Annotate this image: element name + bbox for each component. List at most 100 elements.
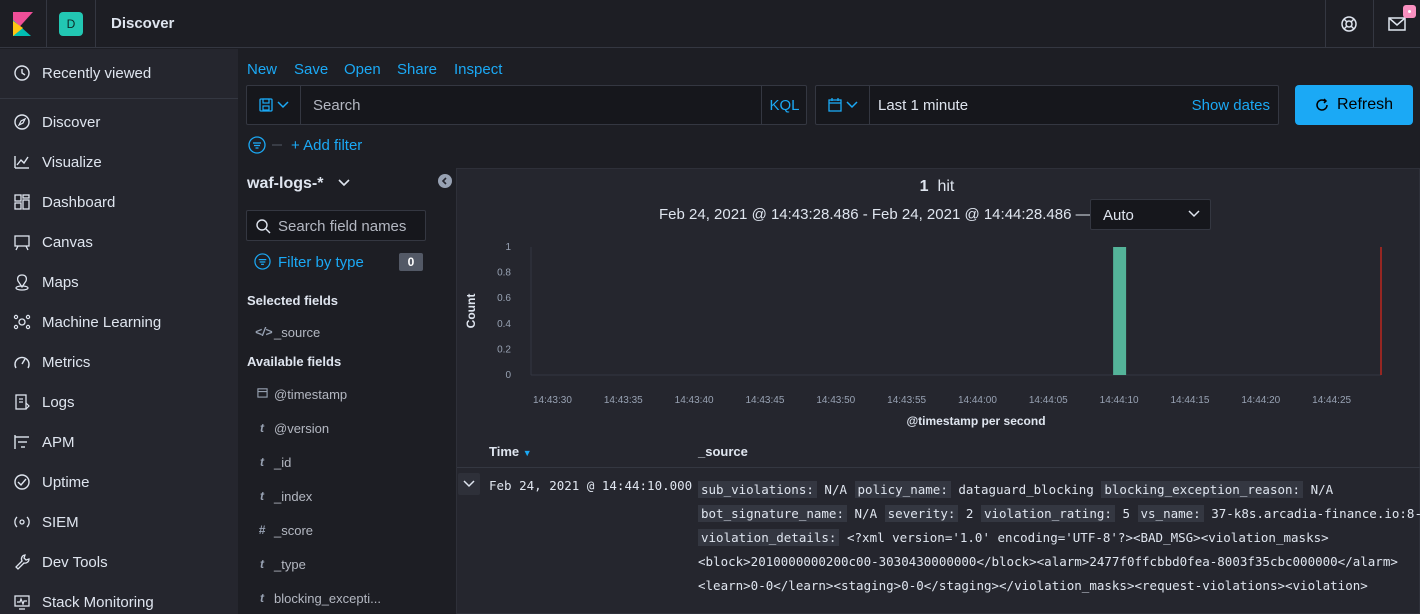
- field-item[interactable]: t blocking_excepti...: [247, 587, 437, 609]
- menu-save[interactable]: Save: [294, 61, 328, 78]
- y-axis-label: Count: [464, 294, 478, 329]
- query-language-button[interactable]: KQL: [761, 86, 807, 124]
- y-tick-label: 0: [505, 370, 511, 381]
- refresh-button[interactable]: Refresh: [1295, 85, 1413, 125]
- add-filter-button[interactable]: + Add filter: [291, 137, 362, 154]
- show-dates-link[interactable]: Show dates: [1192, 97, 1270, 114]
- collapse-sidebar-button[interactable]: [438, 174, 452, 188]
- refresh-icon: [1316, 98, 1328, 111]
- hit-count-value: 1: [919, 178, 929, 195]
- sidebar-item-label: Logs: [42, 393, 75, 411]
- apm-icon: [14, 435, 29, 449]
- sidebar-item-apm[interactable]: APM: [0, 422, 238, 462]
- chevron-down-icon[interactable]: [337, 178, 351, 188]
- string-type-icon: t: [260, 489, 264, 503]
- chevron-down-icon: [1188, 210, 1200, 218]
- table-header-divider: [457, 467, 1420, 468]
- menu-new[interactable]: New: [247, 61, 277, 78]
- sidebar-item-discover[interactable]: Discover: [0, 102, 238, 142]
- field-item[interactable]: t _index: [247, 485, 437, 507]
- sort-desc-icon[interactable]: ▼: [523, 448, 532, 458]
- sidebar-item-metrics[interactable]: Metrics: [0, 342, 238, 382]
- expand-row-button[interactable]: [458, 473, 480, 495]
- header-divider: [1325, 0, 1326, 48]
- sidebar-item-siem[interactable]: SIEM: [0, 502, 238, 542]
- sidebar-item-dashboard[interactable]: Dashboard: [0, 182, 238, 222]
- search-input[interactable]: Search: [313, 97, 361, 114]
- filter-bar: [248, 135, 284, 155]
- time-column-header[interactable]: Time ▼: [489, 444, 532, 459]
- sidebar-item-stack-monitoring[interactable]: Stack Monitoring: [0, 582, 238, 614]
- dash-divider: [272, 144, 282, 146]
- chevron-down-icon: [276, 101, 289, 109]
- x-tick-label: 14:44:00: [958, 395, 997, 406]
- source-line: sub_violations: N/A policy_name: datagua…: [698, 478, 1413, 502]
- saved-queries-button[interactable]: [247, 86, 301, 124]
- field-item[interactable]: @timestamp: [247, 383, 437, 405]
- filter-count-badge: 0: [399, 253, 423, 271]
- sidebar-item-label: Canvas: [42, 233, 93, 251]
- help-icon[interactable]: [1337, 12, 1361, 36]
- quick-select-button[interactable]: [816, 86, 870, 124]
- filter-icon[interactable]: [254, 253, 271, 270]
- sidebar-item-logs[interactable]: Logs: [0, 382, 238, 422]
- field-item[interactable]: t @version: [247, 417, 437, 439]
- kibana-logo[interactable]: [13, 12, 33, 36]
- source-line: violation_details: <?xml version='1.0' e…: [698, 526, 1413, 550]
- menu-open[interactable]: Open: [344, 61, 381, 78]
- index-pattern-selector[interactable]: waf-logs-*: [247, 175, 323, 193]
- interval-select[interactable]: Auto: [1090, 199, 1211, 230]
- source-column-header: _source: [698, 444, 748, 459]
- header-divider: [1373, 0, 1374, 48]
- filter-by-type-button[interactable]: Filter by type: [278, 254, 364, 271]
- y-tick-label: 1: [505, 242, 511, 253]
- number-type-icon: #: [258, 523, 266, 537]
- menu-inspect[interactable]: Inspect: [454, 61, 502, 78]
- y-tick-label: 0.6: [497, 293, 511, 304]
- chart-icon: [14, 156, 29, 169]
- string-type-icon: t: [260, 455, 264, 469]
- maps-icon: [15, 274, 29, 291]
- string-type-icon: t: [260, 591, 264, 605]
- sidebar-item-label: Uptime: [42, 473, 90, 491]
- source-value: 5: [1122, 506, 1130, 521]
- source-key: vs_name:: [1137, 505, 1204, 522]
- metrics-icon: [14, 356, 30, 369]
- row-source: sub_violations: N/A policy_name: datagua…: [698, 478, 1420, 598]
- field-search-placeholder: Search field names: [278, 218, 407, 235]
- sidebar-item-label: Dashboard: [42, 193, 116, 211]
- field-item[interactable]: </> _source: [247, 321, 437, 343]
- date-picker: Last 1 minute Show dates: [815, 85, 1279, 125]
- query-bar: Search KQL: [246, 85, 807, 125]
- interval-value: Auto: [1103, 207, 1134, 224]
- field-item[interactable]: # _score: [247, 519, 437, 541]
- source-line: <learn>0-0</learn><staging>0-0</staging>…: [698, 574, 1413, 598]
- sidebar-item-label: Stack Monitoring: [42, 593, 154, 611]
- menu-share[interactable]: Share: [397, 61, 437, 78]
- sidebar-item-maps[interactable]: Maps: [0, 262, 238, 302]
- sidebar-item-dev-tools[interactable]: Dev Tools: [0, 542, 238, 582]
- sidebar-item-label: Maps: [42, 273, 79, 291]
- field-search-input[interactable]: Search field names: [246, 210, 426, 241]
- field-item[interactable]: t _type: [247, 553, 437, 575]
- ml-icon: [13, 314, 31, 330]
- source-value: 2: [965, 506, 974, 521]
- filter-options-icon[interactable]: [248, 136, 266, 154]
- source-value: N/A: [1310, 482, 1334, 497]
- recently-viewed-label: Recently viewed: [42, 64, 152, 82]
- date-range-value[interactable]: Last 1 minute: [878, 97, 968, 114]
- page-title: Discover: [111, 15, 175, 32]
- source-key: violation_details:: [698, 529, 840, 546]
- recently-viewed[interactable]: Recently viewed: [0, 53, 238, 93]
- space-avatar[interactable]: D: [59, 12, 83, 36]
- sidebar-item-machine-learning[interactable]: Machine Learning: [0, 302, 238, 342]
- field-name: _score: [274, 522, 314, 538]
- sidebar-item-canvas[interactable]: Canvas: [0, 222, 238, 262]
- sidebar-item-visualize[interactable]: Visualize: [0, 142, 238, 182]
- source-value: 37-k8s.arcadia-finance.io:8-/: [1211, 506, 1420, 521]
- sidebar-item-uptime[interactable]: Uptime: [0, 462, 238, 502]
- clock-icon: [14, 65, 30, 81]
- field-item[interactable]: t _id: [247, 451, 437, 473]
- histogram-chart: 0 0.2 0.4 0.6 0.8 1 Count 14:43:30 14:43:35 14:43…: [464, 242, 1382, 428]
- refresh-label: Refresh: [1336, 96, 1394, 113]
